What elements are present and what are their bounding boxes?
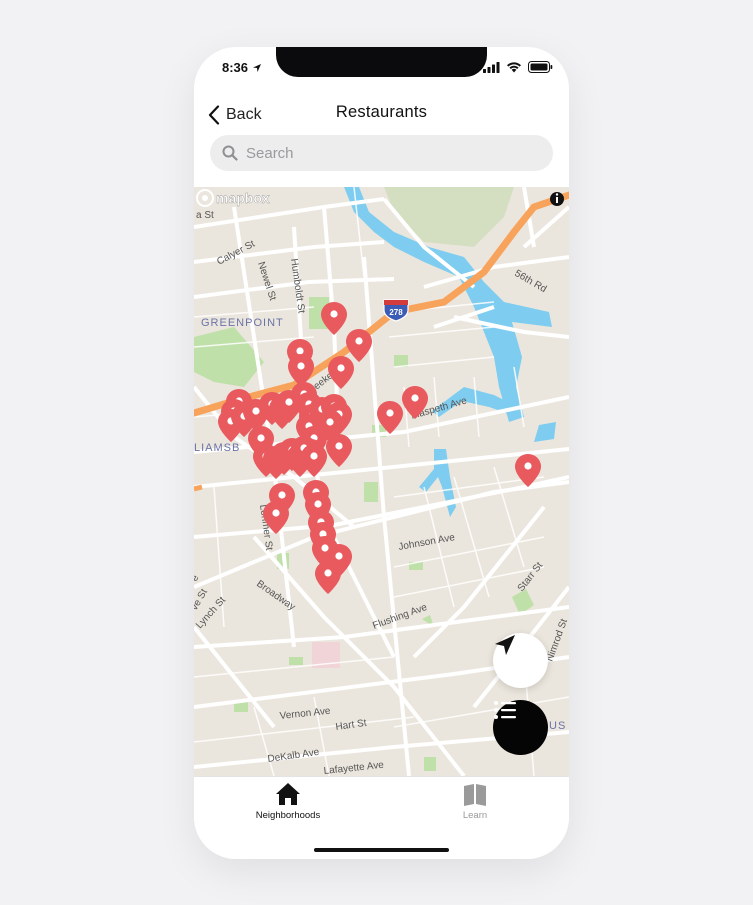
home-indicator [314,848,449,852]
location-arrow-icon [253,63,262,72]
status-icons [483,61,553,73]
restaurant-pin-dot [524,462,532,470]
restaurant-pin-dot [272,509,280,517]
search-icon [222,145,238,161]
restaurant-pin-dot [252,407,260,415]
neighborhood-label-greenpoint: GREENPOINT [201,317,284,329]
restaurant-pin-dot [324,569,332,577]
wifi-icon [507,62,521,73]
status-time: 8:36 [222,60,262,75]
restaurant-pin-dot [335,552,343,560]
restaurant-pin-dot [257,434,265,442]
restaurant-pin-dot [337,364,345,372]
tab-learn-label: Learn [462,810,488,821]
status-time-text: 8:36 [222,60,249,75]
mapbox-logo-text: mapbox [216,190,270,206]
tab-learn[interactable]: Learn [415,781,535,821]
restaurant-pin-dot [310,452,318,460]
locate-me-button[interactable] [493,633,548,688]
info-icon[interactable] [550,192,564,206]
cellular-signal-icon [483,61,500,73]
restaurant-pin-dot [314,500,322,508]
navigation-arrow-icon [495,635,515,655]
restaurant-pin-dot [297,362,305,370]
restaurant-pin-dot [326,418,334,426]
page-title: Restaurants [335,103,428,121]
restaurant-pin-dot [386,409,394,417]
tab-neighborhoods[interactable]: Neighborhoods [228,781,348,821]
restaurant-pin-dot [335,442,343,450]
phone-frame: 8:36 Back Restaurants Search 278 GREENPO… [194,47,569,859]
restaurant-pin-dot [330,310,338,318]
restaurant-pin-dot [296,347,304,355]
search-input[interactable] [244,143,528,163]
search-bar[interactable] [210,135,553,171]
street-label-small: a St [196,210,214,221]
restaurant-pin-dot [285,398,293,406]
neighborhood-label-bushwick: US [549,720,566,732]
highway-stub [194,484,203,492]
map-canvas[interactable]: 278 GREENPOINT LIAMSB US a St Calyer St … [194,187,569,776]
tab-bar: Neighborhoods Learn [194,776,569,859]
restaurant-pin-dot [355,337,363,345]
notch [276,47,487,77]
book-icon [464,784,486,806]
restaurant-pin-dot [321,544,329,552]
home-icon [276,783,300,805]
tab-neighborhoods-label: Neighborhoods [255,810,321,821]
map-view[interactable]: 278 GREENPOINT LIAMSB US a St Calyer St … [194,187,569,776]
neighborhood-label-williamsburg: LIAMSB [194,442,240,454]
list-icon [494,701,516,719]
restaurant-pin-dot [278,491,286,499]
list-view-button[interactable] [493,700,548,755]
battery-icon [528,61,553,73]
restaurant-pin-dot [411,394,419,402]
interstate-shield-label: 278 [389,308,403,317]
